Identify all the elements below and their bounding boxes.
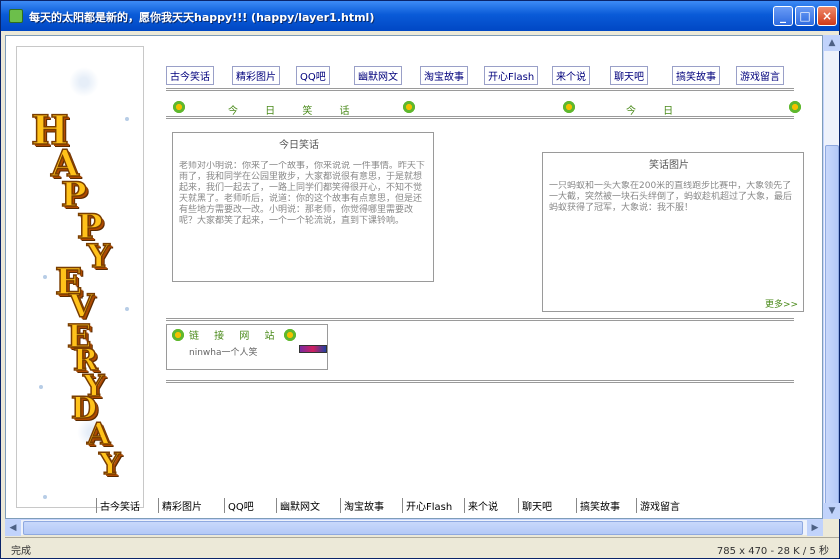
nav-item[interactable]: 来个说 [552,66,590,85]
browser-window: 每天的太阳都是新的，愿你我天天happy!!! (happy/layer1.ht… [0,0,840,559]
today-left-label: 今 日 笑 话 [228,106,362,117]
more-link[interactable]: 更多>> [765,297,798,310]
bottom-nav-item[interactable]: 聊天吧 [518,498,555,513]
nav-item[interactable]: 开心Flash [484,66,539,85]
flower-icon [562,100,576,114]
divider [166,88,794,91]
today-right-label: 今 日 [626,106,686,117]
minimize-icon[interactable]: _ [773,6,793,26]
scroll-down-icon[interactable]: ▼ [824,503,840,519]
sparkle-icon [43,275,47,279]
title-bar[interactable]: 每天的太阳都是新的，愿你我天天happy!!! (happy/layer1.ht… [1,1,839,31]
nav-item[interactable]: 古今笑话 [166,66,214,85]
app-icon [9,9,23,23]
scroll-left-icon[interactable]: ◀ [5,520,21,536]
snowflake-icon [69,67,99,97]
right-content-box: 笑话图片 一只蚂蚁和一头大象在200米的直线跑步比赛中，大象领先了一大截，突然被… [542,152,804,312]
left-box-title: 今日笑话 [279,140,319,151]
scroll-thumb[interactable] [23,521,803,535]
sparkle-icon [39,385,43,389]
nav-item[interactable]: 幽默网文 [354,66,402,85]
divider [166,116,794,119]
flower-icon [172,100,186,114]
flower-icon [283,328,297,342]
site-badge-icon[interactable] [299,345,327,353]
happy-everyday-banner: HAPPYEVERYDAY [16,46,144,508]
status-bar: 完成 785 x 470 - 28 K / 5 秒 [5,537,839,557]
flower-icon [402,100,416,114]
bottom-nav-item[interactable]: 精彩图片 [158,498,205,513]
word2-letter: Y [98,446,121,483]
flower-icon [788,100,802,114]
sparkle-icon [125,117,129,121]
left-content-box: 今日笑话 老师对小明说：你来了一个故事，你来说说 一件事情。昨天下雨了，我和同学… [172,132,434,282]
left-box-text: 老师对小明说：你来了一个故事，你来说说 一件事情。昨天下雨了，我和同学在公园里散… [179,161,425,226]
friend-links-label: 链 接 网 站 [189,331,281,342]
status-size: 785 x 470 - 28 K / 5 秒 [716,546,829,557]
scroll-thumb[interactable] [825,145,839,505]
bottom-nav-item[interactable]: 古今笑话 [96,498,143,513]
right-box-text: 一只蚂蚁和一头大象在200米的直线跑步比赛中，大象领先了一大截，突然被一块石头绊… [549,181,793,213]
nav-item[interactable]: 聊天吧 [610,66,648,85]
bottom-nav-item[interactable]: 开心Flash [402,498,455,513]
nav-item[interactable]: 搞笑故事 [672,66,720,85]
sparkle-icon [125,307,129,311]
bottom-nav-item[interactable]: 幽默网文 [276,498,323,513]
divider [166,380,794,383]
friend-link[interactable]: ninwha一个人笑 [189,345,258,358]
maximize-icon[interactable]: □ [795,6,815,26]
close-icon[interactable]: × [817,6,837,26]
bottom-nav-item[interactable]: 游戏留言 [636,498,683,513]
sparkle-icon [43,495,47,499]
bottom-nav-item[interactable]: 搞笑故事 [576,498,623,513]
scroll-right-icon[interactable]: ▶ [807,520,823,536]
nav-item[interactable]: 淘宝故事 [420,66,468,85]
scroll-up-icon[interactable]: ▲ [824,35,840,51]
vertical-scrollbar[interactable]: ▲ ▼ [823,35,840,519]
bottom-nav-item[interactable]: QQ吧 [224,498,257,513]
page-viewport: HAPPYEVERYDAY 古今笑话 精彩图片 QQ吧 幽默网文 淘宝故事 开心… [5,35,823,519]
bottom-nav-item[interactable]: 淘宝故事 [340,498,387,513]
window-title: 每天的太阳都是新的，愿你我天天happy!!! (happy/layer1.ht… [29,11,375,24]
flower-icon [171,328,185,342]
nav-item[interactable]: QQ吧 [296,66,330,85]
divider [166,318,794,321]
nav-item[interactable]: 精彩图片 [232,66,280,85]
friend-links-box: 链 接 网 站 ninwha一个人笑 [166,324,328,370]
nav-item[interactable]: 游戏留言 [736,66,784,85]
word1-letter: Y [86,236,110,276]
horizontal-scrollbar[interactable]: ◀ ▶ [5,519,823,536]
status-text: 完成 [11,546,31,557]
bottom-nav-item[interactable]: 来个说 [464,498,501,513]
right-box-title: 笑话图片 [649,160,689,171]
